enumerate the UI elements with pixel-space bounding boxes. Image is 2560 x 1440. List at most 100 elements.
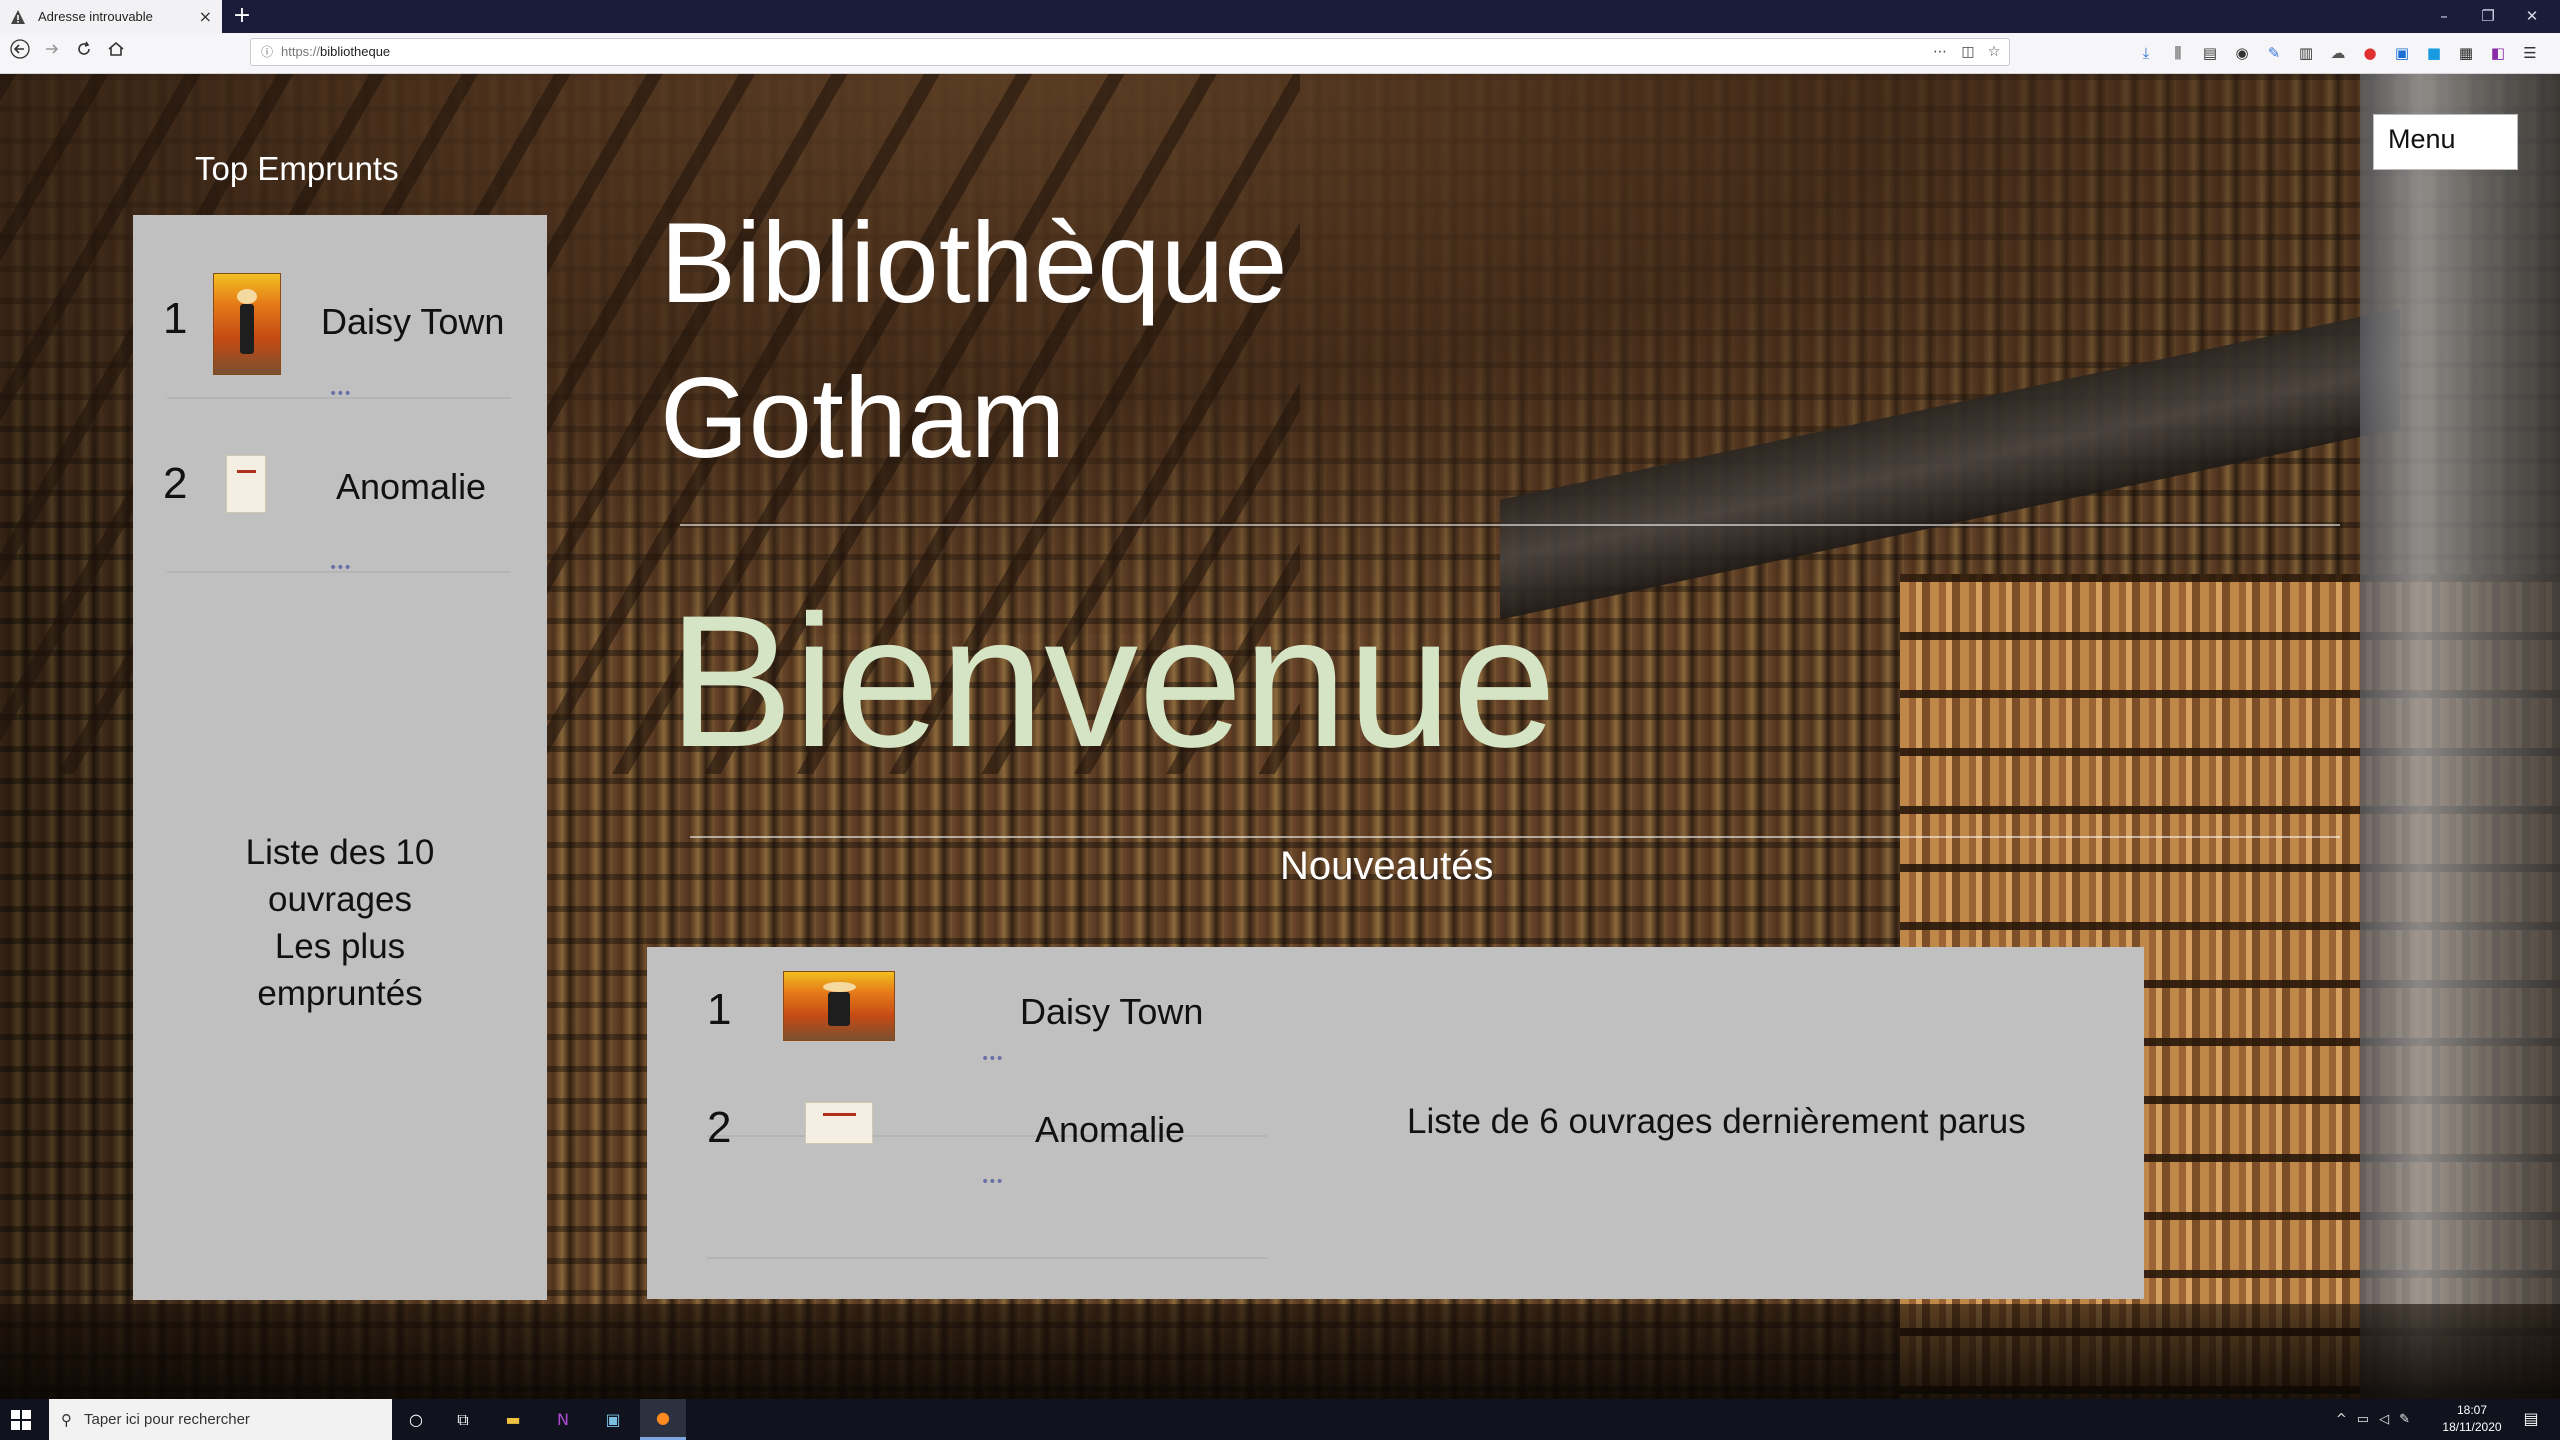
account-icon[interactable]: ◉ [2230,41,2254,65]
welcome-heading: Bienvenue [668,576,1557,786]
windows-start-icon[interactable] [10,1409,32,1431]
system-clock[interactable]: 18:07 18/11/2020 [2432,1402,2512,1436]
translate-icon[interactable]: ✎ [2262,41,2286,65]
firefox-taskbar-icon[interactable]: ● [640,1399,686,1440]
grid-icon[interactable]: ▦ [2454,41,2478,65]
divider-dots: ••• [329,386,352,402]
windows-taskbar: ⚲ Taper ici pour rechercher ○ ⧉ ▬ N ▣ ● … [0,1399,2560,1440]
list-item[interactable]: 2 Anomalie [133,425,547,545]
tab-close-button[interactable]: × [199,7,212,26]
stone-pillar [2360,74,2560,1399]
browser-tab[interactable]: Adresse introuvable × [0,0,222,33]
divider-dots: ••• [329,560,352,576]
lucky-luke-cover [213,273,281,375]
search-icon: ⚲ [61,1410,72,1429]
search-placeholder: Taper ici pour rechercher [84,1411,250,1428]
toolbar-icons: ⤓ ⫼ ▤ ◉ ✎ ▥ ☁ ● ▣ ■ ▦ ◧ ☰ [2134,41,2542,65]
book-title[interactable]: Anomalie [1035,1109,1185,1151]
extension-skype-icon[interactable]: ■ [2422,41,2446,65]
new-tab-button[interactable]: + [228,2,256,30]
cortana-icon[interactable]: ○ [403,1407,429,1433]
rank-number: 1 [163,294,188,343]
new-releases-heading: Nouveautés [1280,844,1494,888]
bookmark-star-icon[interactable]: ☆ [1985,43,2003,61]
cloud-icon[interactable]: ☁ [2326,41,2350,65]
url-scheme: https:// [281,44,321,59]
barcode-icon[interactable]: ▥ [2294,41,2318,65]
lucky-luke-cover [783,971,895,1041]
taskbar-search-box[interactable]: ⚲ Taper ici pour rechercher [49,1399,392,1440]
top-loans-heading: Top Emprunts [195,150,399,187]
divider-dots: ••• [981,1051,1004,1067]
url-text[interactable]: https://bibliotheque [281,39,1781,65]
sidebar-icon[interactable]: ▤ [2198,41,2222,65]
horizontal-rule [690,836,2340,838]
reload-icon [78,41,90,55]
back-arrow-icon [10,39,30,59]
list-item[interactable]: 2 Anomalie [647,1082,1267,1182]
close-window-button[interactable]: ✕ [2510,0,2554,33]
minimize-button[interactable]: – [2422,0,2466,33]
site-title: Bibliothèque Gotham [660,186,1460,496]
horizontal-rule [680,524,2340,526]
item-divider [707,1257,1267,1259]
notifications-icon[interactable]: ▤ [2520,1409,2542,1431]
desc-line: ouvrages [268,880,412,919]
tab-title: Adresse introuvable [38,9,153,24]
site-title-line2: Gotham [660,355,1066,482]
home-button[interactable] [102,39,130,67]
site-title-line1: Bibliothèque [660,200,1288,327]
top-loans-panel: 1 Daisy Town ••• 2 Anomalie ••• Liste de… [133,215,547,1300]
menu-button[interactable]: Menu [2373,114,2518,170]
book-title[interactable]: Daisy Town [1020,991,1203,1033]
onenote-icon[interactable]: ◧ [2486,41,2510,65]
home-icon [108,41,124,56]
restore-button[interactable]: ❐ [2466,0,2510,33]
pocket-icon[interactable]: ◫ [1959,43,1977,61]
clock-date: 18/11/2020 [2442,1420,2502,1434]
app-taskbar-icon[interactable]: ▣ [600,1407,626,1433]
hamburger-menu-icon[interactable]: ☰ [2518,41,2542,65]
back-button[interactable] [6,39,34,67]
rank-number: 2 [163,459,188,508]
download-icon[interactable]: ⤓ [2134,41,2158,65]
new-releases-description: Liste de 6 ouvrages dernièrement parus [1407,1102,2026,1141]
onenote-taskbar-icon[interactable]: N [550,1407,576,1433]
volume-icon[interactable]: ◁ [2379,1412,2389,1427]
list-item[interactable]: 1 Daisy Town [647,959,1267,1059]
rank-number: 1 [707,985,732,1034]
forward-button[interactable] [38,39,66,67]
url-host: bibliotheque [320,44,391,59]
floor-shadow [0,1304,2560,1399]
file-explorer-icon[interactable]: ▬ [500,1407,526,1433]
reload-button[interactable] [70,39,98,67]
divider-dots: ••• [981,1174,1004,1190]
address-bar[interactable]: ⓘ https://bibliotheque ⋯ ◫ ☆ [250,38,2010,66]
library-icon[interactable]: ⫼ [2166,41,2190,65]
forward-arrow-icon [46,44,59,54]
pen-icon[interactable]: ✎ [2399,1412,2410,1427]
navigation-toolbar: ⓘ https://bibliotheque ⋯ ◫ ☆ ⤓ ⫼ ▤ ◉ ✎ ▥… [0,33,2560,74]
list-item[interactable]: 1 Daisy Town [133,260,547,380]
library-background: Top Emprunts 1 Daisy Town ••• 2 Anomalie… [0,74,2560,1399]
desc-line: empruntés [257,974,423,1013]
page-actions-icon[interactable]: ⋯ [1931,43,1949,61]
anomalie-cover [805,1102,873,1144]
task-view-icon[interactable]: ⧉ [450,1407,476,1433]
clock-time: 18:07 [2456,1403,2488,1417]
site-info-icon[interactable]: ⓘ [259,44,275,60]
anomalie-cover [226,455,266,513]
desc-line: Liste des 10 [245,833,435,872]
book-title[interactable]: Daisy Town [321,301,504,343]
warning-icon [11,9,25,24]
top-loans-description: Liste des 10 ouvrages Les plus empruntés [133,829,547,1017]
rank-number: 2 [707,1103,732,1152]
tray-chevron-icon[interactable]: ^ [2336,1412,2347,1427]
record-icon[interactable]: ● [2358,41,2382,65]
new-releases-panel: 1 Daisy Town ••• 2 Anomalie ••• Liste de… [647,947,2144,1299]
book-title[interactable]: Anomalie [336,466,486,508]
extension-blue-icon[interactable]: ▣ [2390,41,2414,65]
tab-strip: Adresse introuvable × + – ❐ ✕ [0,0,2560,33]
network-icon[interactable]: ▭ [2357,1412,2369,1427]
desc-line: Les plus [274,927,406,966]
